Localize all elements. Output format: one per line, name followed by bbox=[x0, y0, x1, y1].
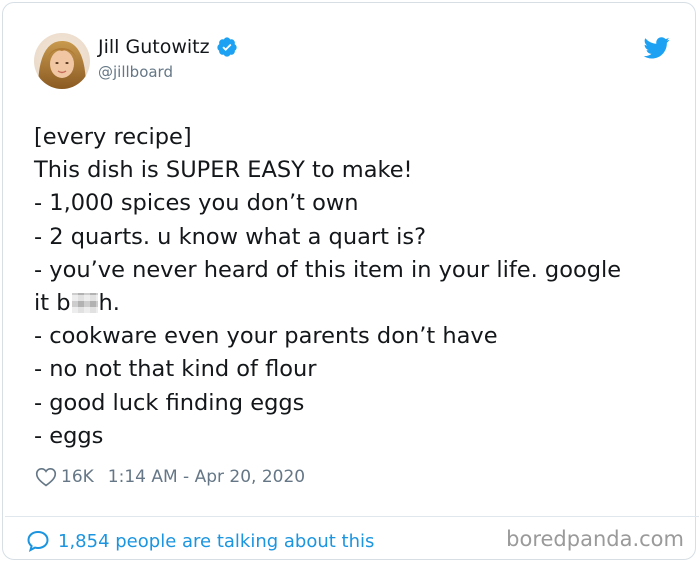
verified-badge-icon bbox=[216, 37, 237, 57]
tweet-line: - you’ve never heard of this item in you… bbox=[34, 256, 622, 283]
divider bbox=[5, 516, 699, 517]
tweet-line: - eggs bbox=[34, 422, 104, 449]
speech-bubble-icon bbox=[27, 530, 49, 552]
tweet-meta: 16K 1:14 AM - Apr 20, 2020 bbox=[35, 465, 305, 489]
tweet-line: - cookware even your parents don’t have bbox=[34, 323, 498, 350]
author-handle[interactable]: @jillboard bbox=[98, 63, 238, 81]
tweet-text: [every recipe] This dish is SUPER EASY t… bbox=[34, 121, 674, 453]
tweet-line: - no not that kind of flour bbox=[34, 356, 317, 383]
author-block: Jill Gutowitz @jillboard bbox=[98, 33, 238, 81]
heart-icon[interactable] bbox=[35, 467, 57, 487]
tweet-line-censored: it b h. bbox=[34, 287, 674, 320]
censored-suffix: h. bbox=[98, 290, 120, 317]
tweet-line: This dish is SUPER EASY to make! bbox=[34, 157, 413, 184]
tweet-line: - 2 quarts. u know what a quart is? bbox=[34, 223, 427, 250]
tweet-line: - 1,000 spices you don’t own bbox=[34, 190, 359, 217]
censored-prefix: it b bbox=[34, 290, 71, 317]
tweet-line: - good luck finding eggs bbox=[34, 389, 305, 416]
avatar[interactable] bbox=[34, 33, 90, 89]
tweet-card: Jill Gutowitz @jillboard [every recipe] … bbox=[2, 2, 699, 560]
timestamp[interactable]: 1:14 AM - Apr 20, 2020 bbox=[108, 467, 305, 487]
talking-link[interactable]: 1,854 people are talking about this bbox=[26, 528, 374, 554]
author-name[interactable]: Jill Gutowitz bbox=[98, 36, 210, 58]
talking-text[interactable]: 1,854 people are talking about this bbox=[58, 531, 374, 552]
censor-blur bbox=[71, 293, 98, 314]
watermark: boredpanda.com bbox=[506, 527, 684, 551]
twitter-bird-icon[interactable] bbox=[644, 37, 670, 59]
tweet-line: [every recipe] bbox=[34, 124, 192, 150]
like-count[interactable]: 16K bbox=[61, 467, 94, 487]
avatar-image bbox=[34, 33, 90, 89]
